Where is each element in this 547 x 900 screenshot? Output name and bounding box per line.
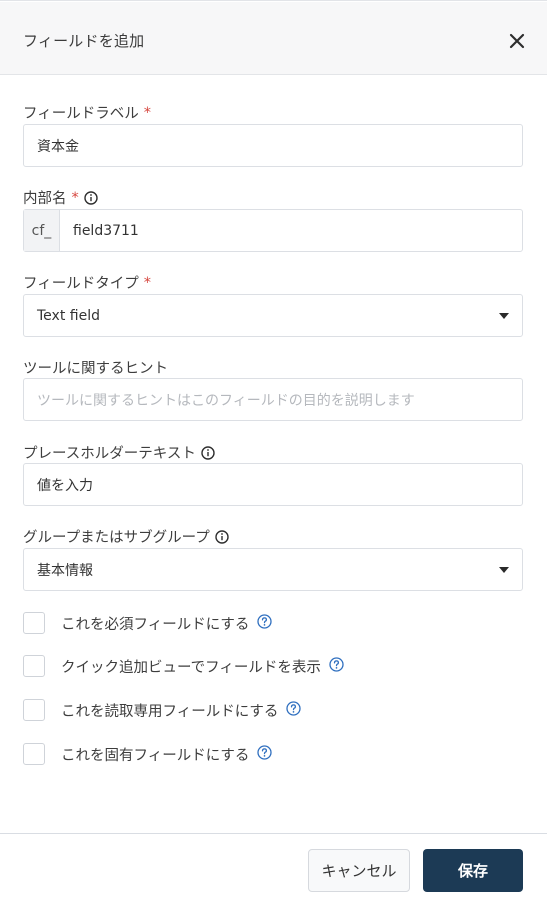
checkbox-row-required: これを必須フィールドにする <box>23 612 273 634</box>
tooltip-hint-input[interactable]: ツールに関するヒントはこのフィールドの目的を説明します <box>23 378 523 421</box>
help-icon[interactable] <box>329 656 344 672</box>
modal-title: フィールドを追加 <box>23 32 145 50</box>
field-type-select[interactable]: Text field <box>23 294 523 337</box>
placeholder-text-label: プレースホルダーテキスト <box>23 442 215 463</box>
info-icon[interactable] <box>215 529 229 544</box>
tooltip-hint-label: ツールに関するヒント <box>23 361 168 377</box>
field-type-label: フィールドタイプ * <box>23 274 151 293</box>
quick-add-checkbox[interactable] <box>23 655 45 677</box>
save-button[interactable]: 保存 <box>423 849 523 892</box>
modal-footer: キャンセル 保存 <box>0 833 547 900</box>
add-field-modal: フィールドを追加 フィールドラベル * 資本金 内部名 * cf_ field3… <box>0 0 547 900</box>
checkbox-row-quick-add: クイック追加ビューでフィールドを表示 <box>23 655 344 677</box>
cancel-button[interactable]: キャンセル <box>308 849 410 892</box>
group-label: グループまたはサブグループ <box>23 526 229 547</box>
required-checkbox[interactable] <box>23 612 45 634</box>
internal-name-field: cf_ field3711 <box>23 209 523 252</box>
close-icon <box>509 33 525 49</box>
field-type-value: Text field <box>37 307 100 324</box>
checkbox-label: これを固有フィールドにする <box>61 747 250 764</box>
required-mark: * <box>71 189 79 206</box>
field-label-label: フィールドラベル * <box>23 104 151 123</box>
field-label-input[interactable]: 資本金 <box>23 124 523 167</box>
group-value: 基本情報 <box>37 562 93 579</box>
unique-checkbox[interactable] <box>23 743 45 765</box>
help-icon[interactable] <box>286 700 302 716</box>
checkbox-label: クイック追加ビューでフィールドを表示 <box>61 659 321 676</box>
required-mark: * <box>143 104 151 121</box>
internal-name-label: 内部名 * <box>23 187 98 208</box>
caret-down-icon <box>499 312 509 319</box>
info-icon[interactable] <box>201 445 215 460</box>
close-button[interactable] <box>505 29 529 53</box>
info-icon[interactable] <box>84 190 98 205</box>
checkbox-row-read-only: これを読取専用フィールドにする <box>23 699 302 721</box>
checkbox-label: これを必須フィールドにする <box>61 616 250 633</box>
internal-name-prefix: cf_ <box>24 210 60 251</box>
checkbox-row-unique: これを固有フィールドにする <box>23 743 273 765</box>
required-mark: * <box>143 274 151 291</box>
checkbox-label: これを読取専用フィールドにする <box>61 703 279 720</box>
help-icon[interactable] <box>257 613 273 629</box>
help-icon[interactable] <box>257 744 273 760</box>
caret-down-icon <box>499 566 509 573</box>
tooltip-hint-placeholder: ツールに関するヒントはこのフィールドの目的を説明します <box>37 392 415 409</box>
internal-name-input[interactable]: field3711 <box>60 210 522 251</box>
modal-header: フィールドを追加 <box>0 2 547 75</box>
group-select[interactable]: 基本情報 <box>23 548 523 591</box>
placeholder-text-input[interactable]: 値を入力 <box>23 463 523 506</box>
read-only-checkbox[interactable] <box>23 699 45 721</box>
